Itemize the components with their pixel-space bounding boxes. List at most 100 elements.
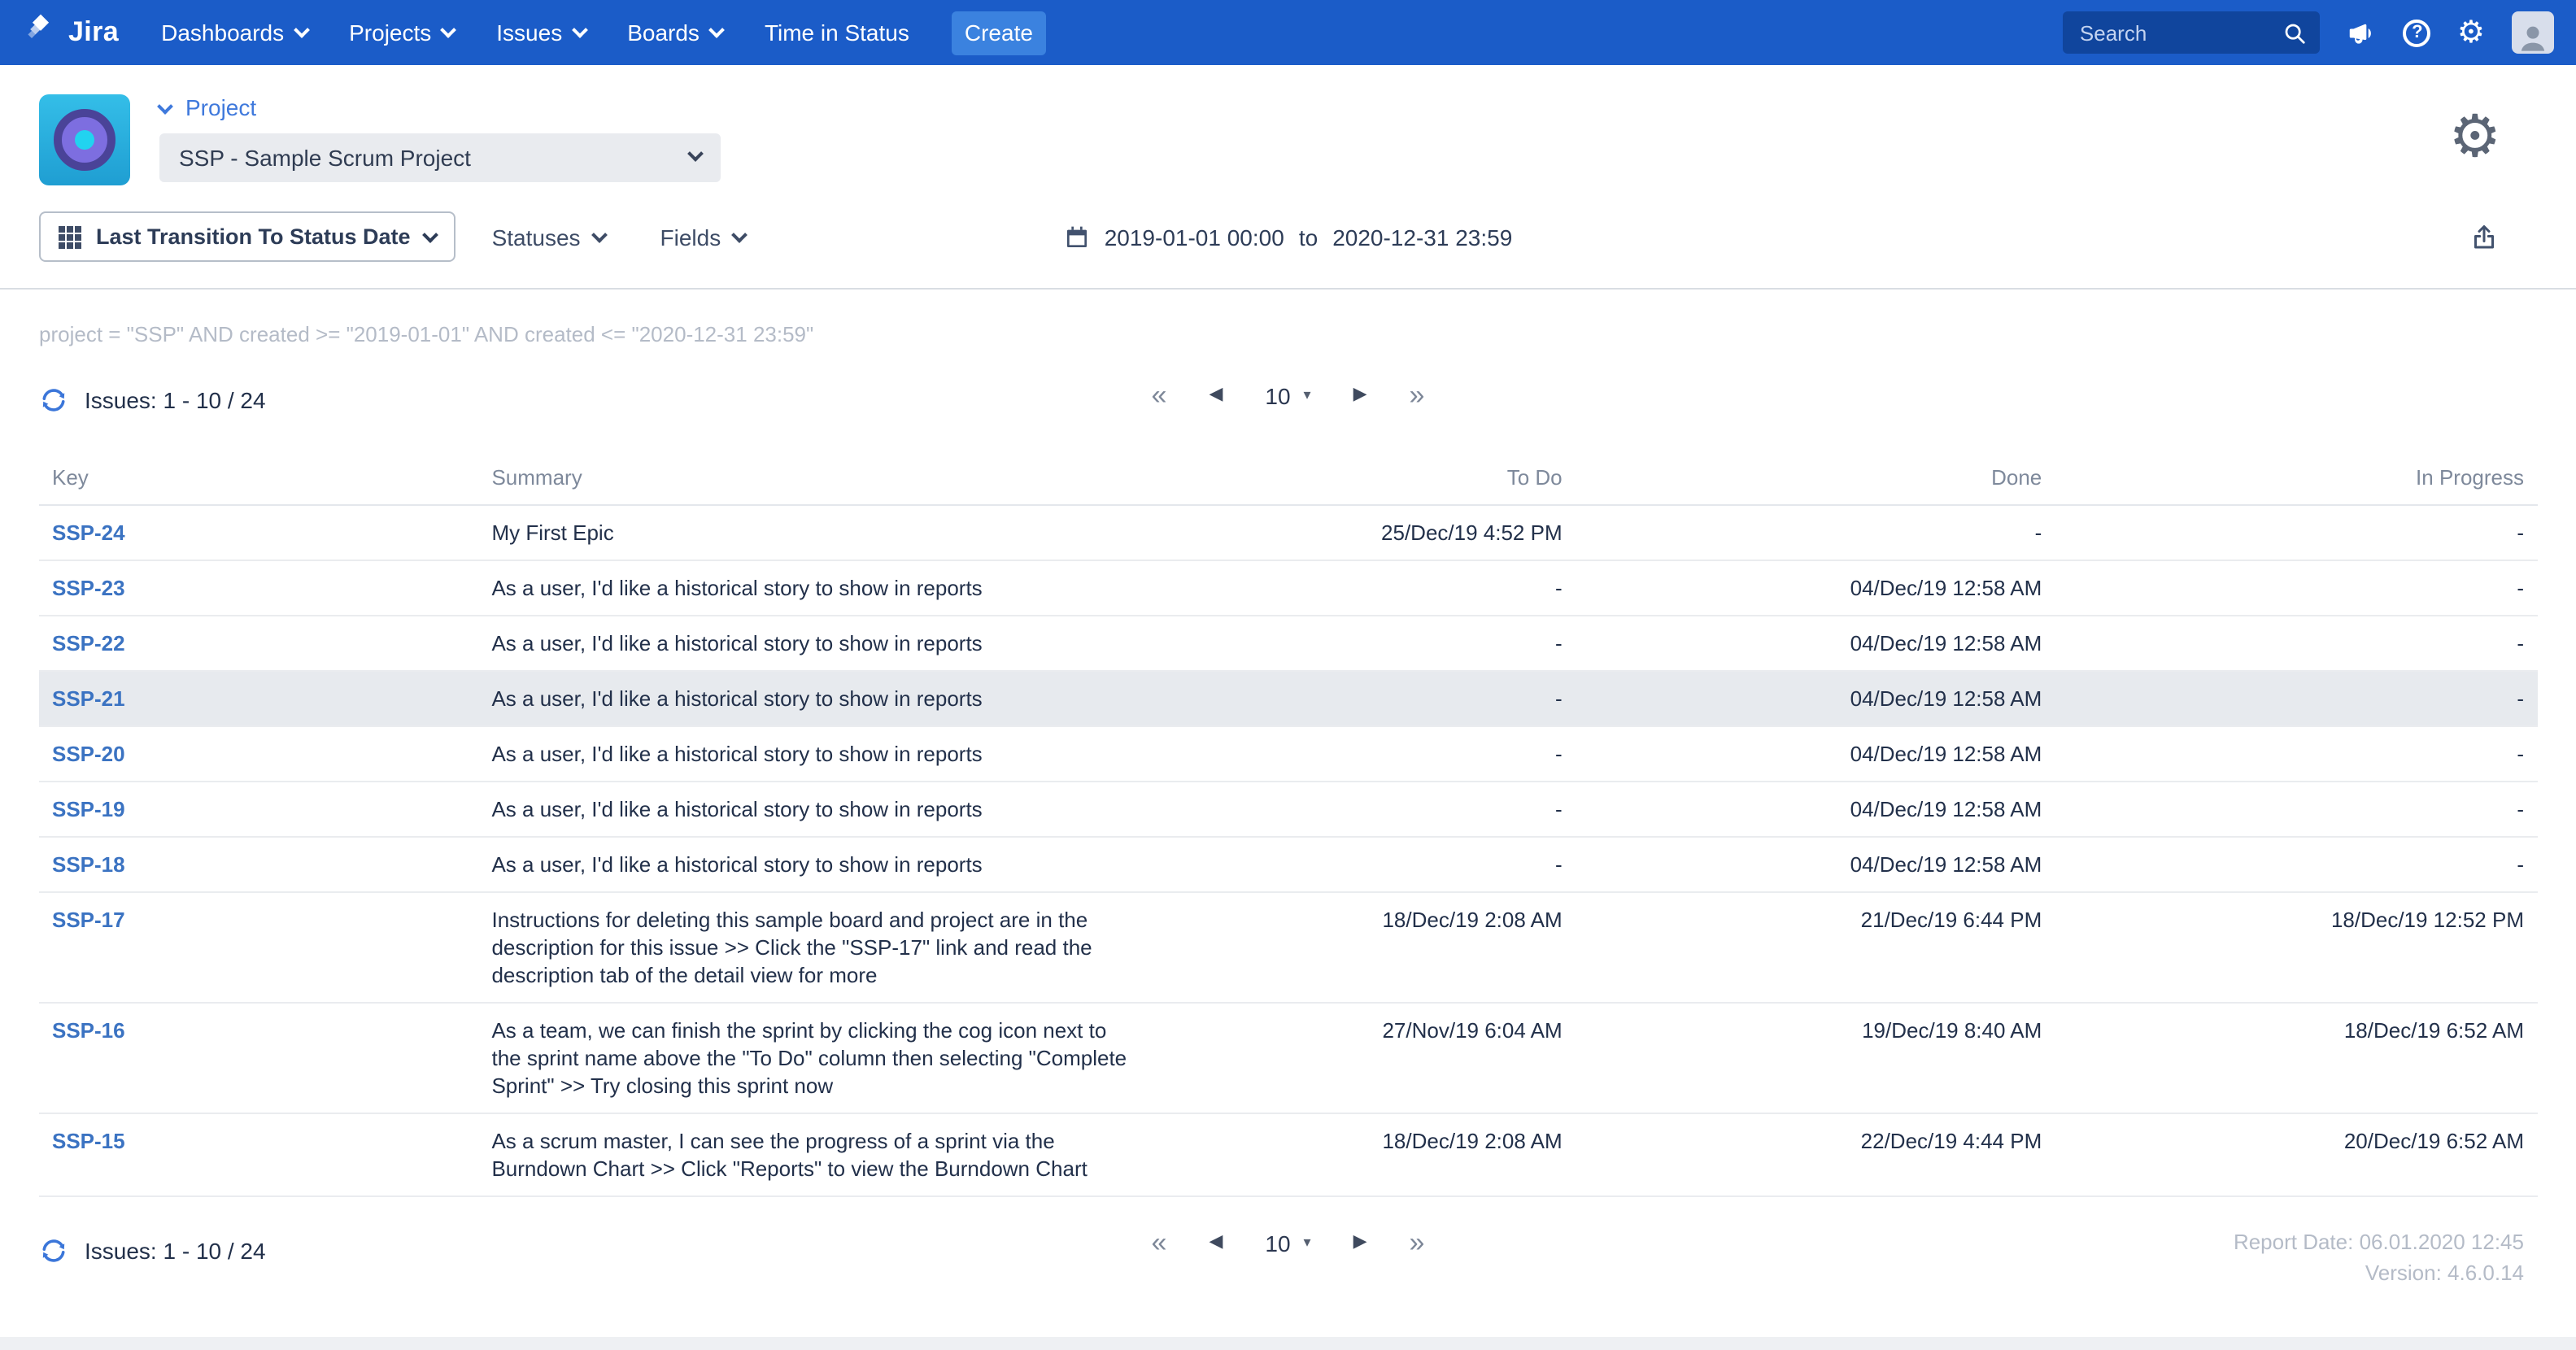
done-value: 04/Dec/19 12:58 AM	[1576, 671, 2055, 726]
settings-gear-icon[interactable]: ⚙	[2448, 107, 2501, 166]
issue-key-link[interactable]: SSP-23	[52, 576, 125, 600]
nav-dashboards[interactable]: Dashboards	[161, 20, 307, 46]
pagination-bottom: « ◀ 10 ▾ ▶ »	[1152, 1229, 1425, 1256]
issue-key-link[interactable]: SSP-18	[52, 852, 125, 877]
chevron-down-icon	[423, 226, 439, 242]
done-value: 19/Dec/19 8:40 AM	[1576, 1003, 2055, 1113]
export-icon[interactable]	[2469, 222, 2498, 251]
inprogress-value: -	[2055, 671, 2537, 726]
pagination-top: « ◀ 10 ▾ ▶ »	[1152, 381, 1425, 409]
issue-key-link[interactable]: SSP-20	[52, 742, 125, 766]
project-bar: Project SSP - Sample Scrum Project ⚙	[0, 65, 2576, 205]
todo-value: 25/Dec/19 4:52 PM	[1143, 505, 1575, 560]
todo-value: -	[1143, 616, 1575, 671]
project-avatar-art	[54, 109, 116, 171]
statuses-dropdown[interactable]: Statuses	[492, 224, 605, 250]
grid-icon	[59, 225, 81, 248]
jira-logo[interactable]: Jira	[23, 11, 119, 54]
chevron-down-icon	[591, 226, 608, 242]
report-info: Report Date: 06.01.2020 12:45 Version: 4…	[2234, 1226, 2524, 1288]
navbar-right: ? ⚙	[2064, 11, 2553, 54]
done-value: 04/Dec/19 12:58 AM	[1576, 560, 2055, 616]
inprogress-value: 18/Dec/19 12:52 PM	[2055, 892, 2537, 1003]
nav-projects[interactable]: Projects	[349, 20, 454, 46]
issue-key-link[interactable]: SSP-22	[52, 631, 125, 655]
project-meta: Project SSP - Sample Scrum Project	[159, 94, 721, 182]
issue-key-link[interactable]: SSP-17	[52, 908, 125, 932]
table-row: SSP-20 As a user, I'd like a historical …	[39, 726, 2537, 782]
issues-bar-bottom: Issues: 1 - 10 / 24 « ◀ 10 ▾ ▶ » Report …	[0, 1197, 2576, 1282]
chevron-down-icon	[293, 21, 309, 37]
table-row: SSP-17 Instructions for deleting this sa…	[39, 892, 2537, 1003]
issue-summary: As a scrum master, I can see the progres…	[478, 1113, 1143, 1196]
date-from[interactable]: 2019-01-01 00:00	[1105, 224, 1284, 250]
refresh-icon[interactable]	[39, 1236, 68, 1265]
inprogress-value: 20/Dec/19 6:52 AM	[2055, 1113, 2537, 1196]
chevron-down-icon	[440, 21, 456, 37]
prev-page-button[interactable]: ◀	[1209, 386, 1223, 404]
project-section-label: Project	[185, 94, 256, 120]
create-button[interactable]: Create	[952, 11, 1046, 54]
issue-key-link[interactable]: SSP-19	[52, 797, 125, 821]
issues-count: Issues: 1 - 10 / 24	[85, 1238, 266, 1264]
page-size-value: 10	[1265, 384, 1290, 407]
chevron-down-icon	[708, 21, 725, 37]
last-page-button[interactable]: »	[1410, 1229, 1425, 1256]
nav-time-in-status[interactable]: Time in Status	[765, 20, 909, 46]
table-header-row: Key Summary To Do Done In Progress	[39, 451, 2537, 505]
caret-down-icon: ▾	[1304, 388, 1311, 403]
next-page-button[interactable]: ▶	[1353, 1234, 1367, 1252]
page-size-select[interactable]: 10 ▾	[1265, 1231, 1310, 1254]
col-summary: Summary	[478, 451, 1143, 505]
refresh-icon[interactable]	[39, 385, 68, 415]
first-page-button[interactable]: «	[1152, 1229, 1167, 1256]
issue-key-link[interactable]: SSP-16	[52, 1018, 125, 1043]
project-select[interactable]: SSP - Sample Scrum Project	[159, 133, 721, 182]
filter-right-group	[1512, 222, 2537, 251]
issue-key-link[interactable]: SSP-15	[52, 1129, 125, 1153]
last-page-button[interactable]: »	[1410, 381, 1425, 409]
done-value: 04/Dec/19 12:58 AM	[1576, 726, 2055, 782]
table-row: SSP-21 As a user, I'd like a historical …	[39, 671, 2537, 726]
issue-summary: As a user, I'd like a historical story t…	[478, 616, 1143, 671]
chevron-down-icon	[571, 21, 587, 37]
table-row: SSP-22 As a user, I'd like a historical …	[39, 616, 2537, 671]
issue-key-link[interactable]: SSP-21	[52, 686, 125, 711]
fields-dropdown[interactable]: Fields	[660, 224, 746, 250]
done-value: 21/Dec/19 6:44 PM	[1576, 892, 2055, 1003]
date-range-picker[interactable]: 2019-01-01 00:00 to 2020-12-31 23:59	[1064, 224, 1513, 250]
project-section-toggle[interactable]: Project	[159, 94, 721, 120]
help-icon[interactable]: ?	[2404, 19, 2431, 46]
prev-page-button[interactable]: ◀	[1209, 1234, 1223, 1252]
page-size-select[interactable]: 10 ▾	[1265, 384, 1310, 407]
issues-count: Issues: 1 - 10 / 24	[85, 387, 266, 413]
search-box	[2064, 11, 2321, 54]
search-input[interactable]	[2064, 11, 2321, 54]
jira-logo-icon	[23, 11, 59, 54]
main-nav: Dashboards Projects Issues Boards Time i…	[161, 20, 909, 46]
user-avatar[interactable]	[2511, 11, 2553, 54]
todo-value: 18/Dec/19 2:08 AM	[1143, 1113, 1575, 1196]
col-key: Key	[39, 451, 478, 505]
date-to[interactable]: 2020-12-31 23:59	[1332, 224, 1512, 250]
issue-summary: As a user, I'd like a historical story t…	[478, 560, 1143, 616]
nav-issues[interactable]: Issues	[496, 20, 585, 46]
calendar-icon	[1064, 224, 1090, 250]
col-todo: To Do	[1143, 451, 1575, 505]
page-size-value: 10	[1265, 1231, 1290, 1254]
inprogress-value: -	[2055, 560, 2537, 616]
issue-key-link[interactable]: SSP-24	[52, 520, 125, 545]
inprogress-value: -	[2055, 505, 2537, 560]
announcement-icon[interactable]	[2347, 17, 2378, 48]
settings-icon[interactable]: ⚙	[2457, 17, 2485, 48]
caret-down-icon: ▾	[1304, 1235, 1311, 1250]
first-page-button[interactable]: «	[1152, 381, 1167, 409]
issue-summary: As a team, we can finish the sprint by c…	[478, 1003, 1143, 1113]
group-by-button[interactable]: Last Transition To Status Date	[39, 211, 456, 262]
filter-left-group: Last Transition To Status Date Statuses …	[39, 211, 1064, 262]
issues-table: Key Summary To Do Done In Progress SSP-2…	[39, 451, 2537, 1197]
todo-value: -	[1143, 782, 1575, 837]
done-value: -	[1576, 505, 2055, 560]
nav-boards[interactable]: Boards	[627, 20, 722, 46]
next-page-button[interactable]: ▶	[1353, 386, 1367, 404]
